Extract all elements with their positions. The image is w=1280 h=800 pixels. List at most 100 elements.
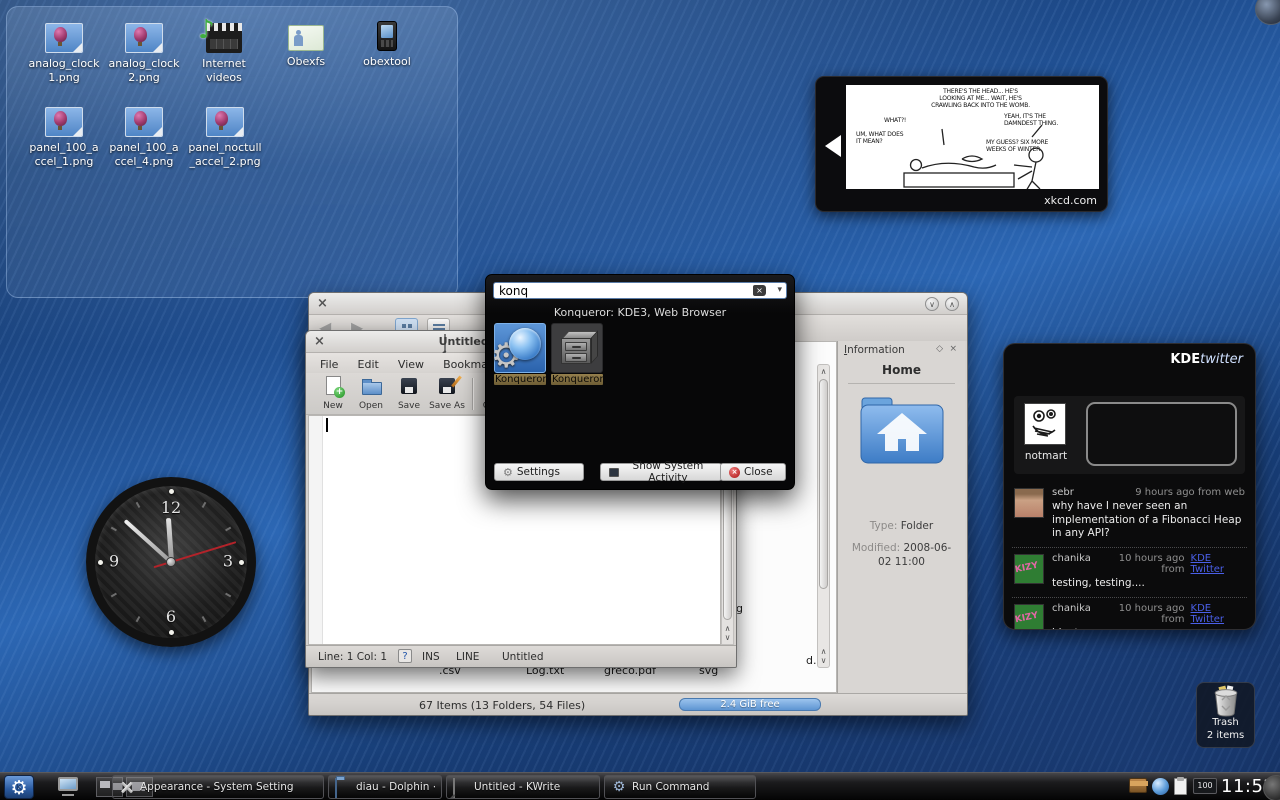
close-panel-icon[interactable]: × xyxy=(949,344,957,354)
device-notifier-icon[interactable] xyxy=(56,777,82,797)
desktop-toolbox-icon[interactable] xyxy=(1255,0,1280,25)
konqueror-globe-icon: ⚙ xyxy=(494,323,546,373)
tweet-source-link[interactable]: KDE Twitter xyxy=(1191,603,1245,625)
account-name: notmart xyxy=(1018,450,1074,462)
tweet-input[interactable] xyxy=(1086,402,1237,466)
icon-label: analog_clock 2.png xyxy=(104,57,184,85)
analog-clock-widget[interactable]: 12 3 6 9 xyxy=(86,477,256,647)
file-label-partial[interactable]: g xyxy=(736,602,743,615)
insert-mode-indicator[interactable]: INS xyxy=(422,651,440,663)
tool-label: Save As xyxy=(428,401,466,411)
result-konqueror-browser[interactable]: ⚙ Konqueror xyxy=(494,323,546,385)
save-button[interactable]: Save xyxy=(390,376,428,411)
tweet-text: blaat xyxy=(1052,627,1245,630)
match-description: Konqueror: KDE3, Web Browser xyxy=(486,306,794,319)
task-kwrite[interactable]: Untitled - KWrite xyxy=(446,775,600,799)
open-folder-icon xyxy=(361,376,381,396)
scroll-down-icon[interactable]: ∨ xyxy=(818,656,829,665)
kwallet-tray-icon[interactable] xyxy=(1129,778,1147,793)
trash-widget[interactable]: Trash 2 items xyxy=(1196,682,1255,748)
desktop-icon-obexfs[interactable]: Obexfs xyxy=(266,23,346,69)
klipper-tray-icon[interactable] xyxy=(1174,778,1187,795)
desktop: analog_clock 1.png analog_clock 2.png ♪ … xyxy=(0,0,1280,800)
icon-label: analog_clock 1.png xyxy=(24,57,104,85)
vertical-scrollbar[interactable]: ∧ ∧ ∨ xyxy=(817,364,830,668)
close-red-icon: × xyxy=(729,467,740,478)
trash-count: 2 items xyxy=(1197,730,1254,743)
tweet-item[interactable]: chanika 10 hours ago from KDE Twitter bl… xyxy=(1012,597,1247,630)
image-thumbnail-icon xyxy=(125,23,163,53)
taskbar-panel: ⚙ K Appearance - System Setting diau - D… xyxy=(0,772,1280,800)
kde-menu-button[interactable]: ⚙ K xyxy=(4,775,34,799)
tools-icon xyxy=(119,779,135,795)
scroll-up-icon[interactable]: ∧ xyxy=(818,367,829,376)
kde-k-letter: K xyxy=(5,783,33,792)
task-dolphin[interactable]: diau - Dolphin <2> xyxy=(328,775,442,799)
tweet-user: chanika xyxy=(1052,553,1091,575)
show-system-activity-button[interactable]: Show System Activity xyxy=(600,463,722,481)
document-name: Untitled xyxy=(502,651,544,663)
profile-section: notmart xyxy=(1014,396,1245,474)
result-konqueror-filemanager[interactable]: Konqueror xyxy=(551,323,603,385)
battery-tray-icon[interactable]: 100 xyxy=(1193,778,1217,794)
chanika-avatar xyxy=(1014,554,1044,584)
task-label: Appearance - System Setting xyxy=(140,781,294,793)
desktop-icon-panel-100-accel-1[interactable]: panel_100_a ccel_1.png xyxy=(24,107,104,169)
type-row: Type: Folder xyxy=(842,519,961,533)
menu-file[interactable]: File xyxy=(320,358,338,371)
clock-dot xyxy=(239,560,244,565)
desktop-icon-internet-videos[interactable]: ♪ Internet videos xyxy=(184,23,264,85)
scroll-up-icon[interactable]: ∧ xyxy=(818,647,829,656)
image-thumbnail-icon xyxy=(206,107,244,137)
scroll-down-icon[interactable]: ∨ xyxy=(722,633,733,642)
chevron-down-icon[interactable]: ▾ xyxy=(777,285,782,295)
settings-button[interactable]: ⚙ Settings xyxy=(494,463,584,481)
result-label: Konqueror xyxy=(551,374,603,385)
clock-number: 3 xyxy=(223,552,233,571)
icon-label: panel_noctull _accel_2.png xyxy=(185,141,265,169)
save-as-button[interactable]: Save As xyxy=(428,376,466,411)
icon-label: Internet videos xyxy=(184,57,264,85)
shade-window-icon[interactable]: ∨ xyxy=(925,297,939,311)
desktop-icon-panel-noctull-accel-2[interactable]: panel_noctull _accel_2.png xyxy=(185,107,265,169)
task-system-settings[interactable]: Appearance - System Setting xyxy=(112,775,324,799)
desktop-icon-analog-clock-1[interactable]: analog_clock 1.png xyxy=(24,23,104,85)
scrollbar-thumb[interactable] xyxy=(819,379,828,589)
floppy-save-as-icon xyxy=(437,376,457,396)
open-button[interactable]: Open xyxy=(352,376,390,411)
desktop-icon-panel-100-accel-4[interactable]: panel_100_a ccel_4.png xyxy=(104,107,184,169)
trash-title: Trash xyxy=(1197,717,1254,730)
selection-mode-indicator[interactable]: LINE xyxy=(456,651,479,663)
new-button[interactable]: New xyxy=(314,376,352,411)
float-panel-icon[interactable]: ◇ xyxy=(936,344,943,354)
tweet-item[interactable]: sebr 9 hours ago from web why have I nev… xyxy=(1012,482,1247,547)
sebr-avatar xyxy=(1014,488,1044,518)
task-run-command[interactable]: ⚙ Run Command xyxy=(604,775,756,799)
music-note-icon: ♪ xyxy=(198,15,215,45)
button-label: Close xyxy=(744,466,773,478)
clear-text-icon[interactable]: × xyxy=(753,285,766,296)
desktop-icon-obextool[interactable]: obextool xyxy=(347,21,427,69)
run-command-input[interactable]: konq × ▾ xyxy=(493,282,787,299)
krunner-dialog: konq × ▾ Konqueror: KDE3, Web Browser ⚙ … xyxy=(485,274,795,490)
icon-label: panel_100_a ccel_1.png xyxy=(24,141,104,169)
tweet-item[interactable]: chanika 10 hours ago from KDE Twitter te… xyxy=(1012,547,1247,597)
modified-row: Modified: 2008-06-02 11:00 xyxy=(848,541,955,569)
maximize-window-icon[interactable]: ∧ xyxy=(945,297,959,311)
network-tray-icon[interactable] xyxy=(1152,778,1169,795)
desktop-icon-analog-clock-2[interactable]: analog_clock 2.png xyxy=(104,23,184,85)
menu-view[interactable]: View xyxy=(398,358,424,371)
items-count-text: 67 Items (13 Folders, 54 Files) xyxy=(419,699,585,712)
close-button[interactable]: × Close xyxy=(720,463,786,481)
previous-comic-arrow-icon[interactable] xyxy=(825,135,841,157)
button-label: Settings xyxy=(517,466,560,478)
help-button[interactable]: ? xyxy=(398,649,412,663)
panel-toolbox-icon[interactable] xyxy=(1263,775,1280,800)
clock-hub xyxy=(166,557,176,567)
tweet-source-link[interactable]: KDE Twitter xyxy=(1191,553,1245,575)
scroll-up-icon[interactable]: ∧ xyxy=(722,624,733,633)
menu-edit[interactable]: Edit xyxy=(358,358,379,371)
tool-label: Save xyxy=(390,401,428,411)
file-label-partial[interactable]: d. xyxy=(806,654,816,667)
type-label: Type: xyxy=(870,520,898,532)
